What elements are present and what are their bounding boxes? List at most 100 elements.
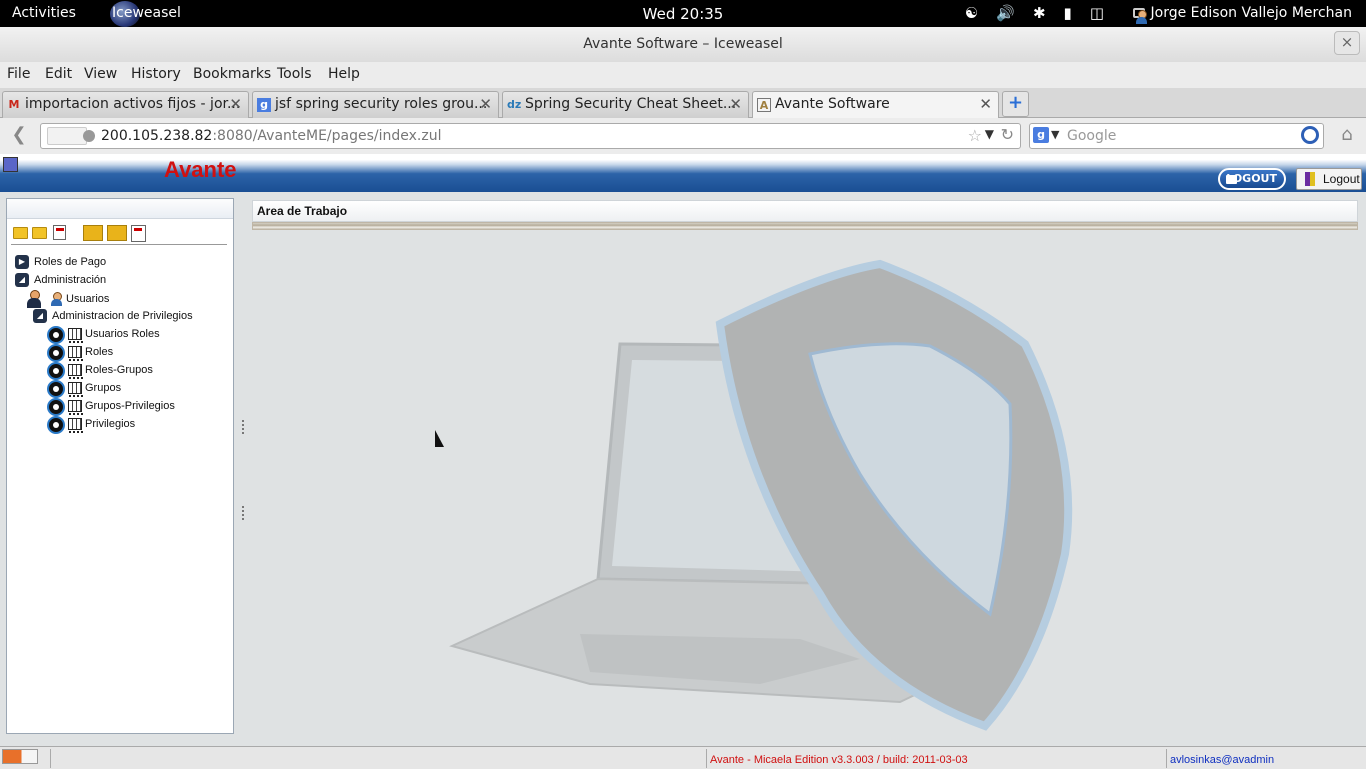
url-path: :8080/AvanteME/pages/index.zul xyxy=(212,128,442,144)
splitter-handle[interactable] xyxy=(242,506,246,520)
battery-icon[interactable]: ◫ xyxy=(1090,4,1104,22)
pdf-report-icon[interactable] xyxy=(131,225,146,242)
menu-bookmarks[interactable]: Bookmarks xyxy=(193,66,271,82)
tab-gmail[interactable]: M importacion activos fijos - jor... ✕ xyxy=(2,91,249,118)
table-icon xyxy=(68,364,83,380)
app-header: Avante LOGOUT Logout xyxy=(0,154,1366,192)
bluetooth-icon[interactable]: ✱ xyxy=(1033,4,1046,22)
group-users-icon xyxy=(47,398,65,416)
tree-item-roles-grupos[interactable]: Roles-Grupos xyxy=(68,364,153,380)
url-host: 200.105.238.82 xyxy=(101,128,213,144)
expand-folder-icon[interactable] xyxy=(83,225,103,241)
menu-tools[interactable]: Tools xyxy=(277,66,312,82)
tree-item-grupos-privilegios[interactable]: Grupos-Privilegios xyxy=(68,400,175,416)
tree-item-roles[interactable]: Roles xyxy=(68,346,113,362)
user-name: Jorge Edison Vallejo Merchan xyxy=(1150,5,1353,21)
tab-close-icon[interactable]: ✕ xyxy=(729,95,742,113)
tab-dzone[interactable]: dz Spring Security Cheat Sheet... ✕ xyxy=(502,91,749,118)
app-logo-icon xyxy=(3,157,18,172)
menu-bar: File Edit View History Bookmarks Tools H… xyxy=(0,62,1366,88)
status-separator xyxy=(706,749,707,768)
privileges-icon xyxy=(47,416,65,434)
open-folder-icon[interactable] xyxy=(13,227,28,239)
admin-user-icon xyxy=(27,290,41,308)
pdf-icon[interactable] xyxy=(53,225,66,240)
chat-status-icon xyxy=(1132,8,1147,24)
app-title: Avante xyxy=(164,157,237,182)
dzone-favicon-icon: dz xyxy=(507,98,522,111)
tree-item-usuarios-roles[interactable]: Usuarios Roles xyxy=(68,328,160,344)
tab-strip: M importacion activos fijos - jor... ✕ g… xyxy=(0,88,1366,119)
back-button[interactable]: ❮ xyxy=(6,124,32,148)
new-tab-button[interactable]: + xyxy=(1002,91,1029,117)
avante-favicon-icon: A xyxy=(757,98,771,112)
menu-edit[interactable]: Edit xyxy=(45,66,72,82)
url-dropdown-icon[interactable]: ▼ xyxy=(985,127,994,141)
reload-icon[interactable]: ↻ xyxy=(1001,125,1014,144)
tab-google-search[interactable]: g jsf spring security roles grou... ✕ xyxy=(252,91,499,118)
expanded-arrow-icon[interactable]: ◢ xyxy=(33,309,47,323)
system-top-bar: Activities Iceweasel Wed 20:35 ☯ 🔊 ✱ ▮ ◫… xyxy=(0,0,1366,27)
tree-item-grupos[interactable]: Grupos xyxy=(68,382,121,398)
menu-file[interactable]: File xyxy=(7,66,30,82)
user-icon xyxy=(50,292,62,306)
tab-title: jsf spring security roles grou... xyxy=(275,96,488,112)
menu-help[interactable]: Help xyxy=(328,66,360,82)
url-bar[interactable]: 200.105.238.82:8080/AvanteME/pages/index… xyxy=(40,123,1021,149)
signal-icon[interactable]: ▮ xyxy=(1064,4,1072,22)
activities-button[interactable]: Activities xyxy=(12,5,76,21)
app-menu-label[interactable]: Iceweasel xyxy=(112,5,181,21)
menu-view[interactable]: View xyxy=(84,66,117,82)
tab-title: importacion activos fijos - jor... xyxy=(25,96,241,112)
tree-item-admin-privilegios[interactable]: ◢ Administracion de Privilegios xyxy=(33,309,193,323)
accessibility-icon[interactable]: ☯ xyxy=(965,4,978,22)
tab-title: Avante Software xyxy=(775,96,890,112)
site-identity-icon[interactable] xyxy=(47,127,87,145)
search-icon[interactable] xyxy=(1301,126,1319,144)
window-title: Avante Software – Iceweasel xyxy=(583,36,783,52)
status-bar: Avante - Micaela Edition v3.3.003 / buil… xyxy=(0,746,1366,769)
version-info: Avante - Micaela Edition v3.3.003 / buil… xyxy=(710,754,968,766)
expanded-arrow-icon[interactable]: ◢ xyxy=(15,273,29,287)
tab-close-icon[interactable]: ✕ xyxy=(229,95,242,113)
search-input[interactable]: Google xyxy=(1067,128,1116,144)
table-icon xyxy=(68,346,83,362)
navigation-toolbar: ❮ 200.105.238.82:8080/AvanteME/pages/ind… xyxy=(0,118,1366,154)
table-icon xyxy=(68,382,83,398)
globe-icon xyxy=(83,130,95,142)
folder-icon[interactable] xyxy=(32,227,47,239)
mail-chat-icon[interactable] xyxy=(2,749,38,764)
tree-item-roles-de-pago[interactable]: ▶ Roles de Pago xyxy=(15,255,106,269)
logout-pill-button[interactable]: LOGOUT xyxy=(1218,168,1286,190)
logout-button[interactable]: Logout xyxy=(1296,168,1362,190)
tree-item-usuarios[interactable]: Usuarios xyxy=(50,292,109,306)
tree-item-administracion[interactable]: ◢ Administración xyxy=(15,273,106,287)
tab-title: Spring Security Cheat Sheet... xyxy=(525,96,737,112)
bookmark-star-icon[interactable]: ☆ xyxy=(968,126,982,145)
collapsed-arrow-icon[interactable]: ▶ xyxy=(15,255,29,269)
tree-item-privilegios[interactable]: Privilegios xyxy=(68,418,135,434)
menu-history[interactable]: History xyxy=(131,66,181,82)
google-engine-icon[interactable]: g xyxy=(1033,127,1049,143)
avante-app: Avante LOGOUT Logout ▶ Roles de Pago ◢ Adm… xyxy=(0,154,1366,746)
table-icon xyxy=(68,418,83,434)
user-menu[interactable]: Jorge Edison Vallejo Merchan xyxy=(1132,5,1353,24)
search-bar[interactable]: g ▼ Google xyxy=(1029,123,1324,149)
system-tray: ☯ 🔊 ✱ ▮ ◫ xyxy=(965,4,1104,22)
home-icon[interactable]: ⌂ xyxy=(1334,124,1360,148)
tab-close-icon[interactable]: ✕ xyxy=(979,95,992,113)
share-icon xyxy=(47,380,65,398)
org-chart-icon xyxy=(47,326,65,344)
navigation-panel: ▶ Roles de Pago ◢ Administración Usuarios … xyxy=(6,198,234,734)
tab-avante-software[interactable]: A Avante Software ✕ xyxy=(752,91,999,119)
window-close-button[interactable]: × xyxy=(1334,31,1360,55)
volume-icon[interactable]: 🔊 xyxy=(996,4,1015,22)
collapse-folder-icon[interactable] xyxy=(107,225,127,241)
tree-toolbar xyxy=(11,225,227,245)
status-separator xyxy=(50,749,51,768)
splitter-handle[interactable] xyxy=(242,420,246,434)
logged-user: avlosinkas@avadmin xyxy=(1170,754,1275,766)
table-icon xyxy=(68,328,83,344)
engine-dropdown-icon[interactable]: ▼ xyxy=(1051,128,1059,141)
tab-close-icon[interactable]: ✕ xyxy=(479,95,492,113)
